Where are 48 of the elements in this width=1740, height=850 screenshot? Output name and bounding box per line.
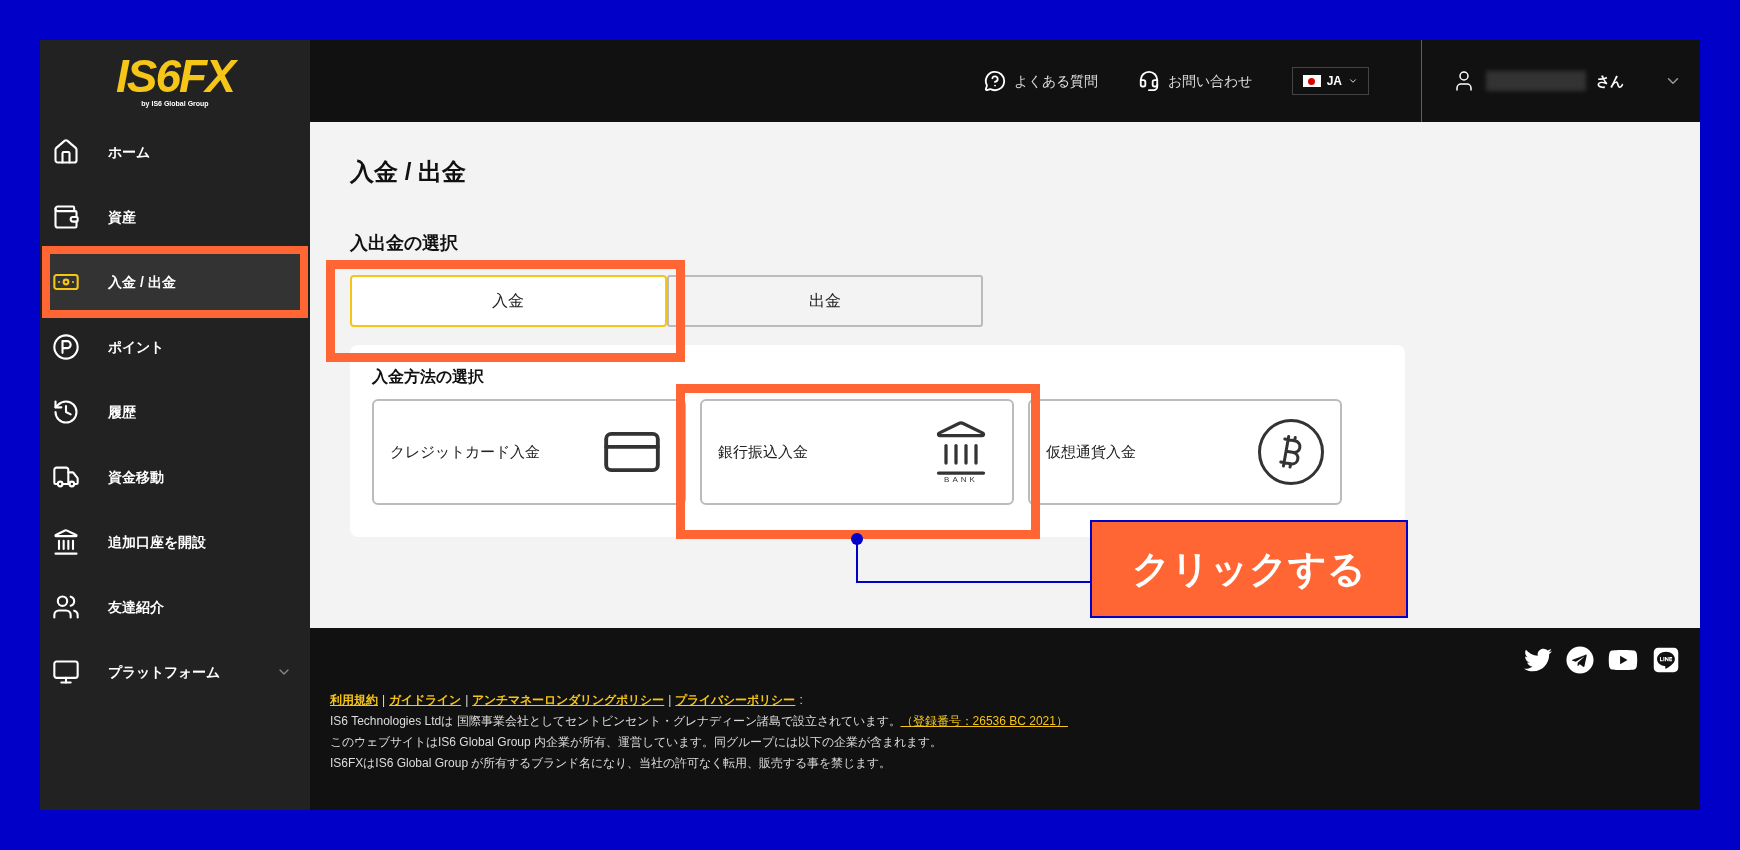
bank-icon <box>52 528 80 556</box>
users-icon <box>52 593 80 621</box>
help-icon <box>983 70 1006 92</box>
footer-text: IS6FXはIS6 Global Group が所有するブランド名になり、当社の許可なく転用、販売する事を禁じます。 <box>330 755 893 771</box>
sidebar-item[interactable]: プラットフォーム <box>50 644 300 700</box>
methods-heading: 入金方法の選択 <box>372 367 485 387</box>
sidebar-item[interactable]: ポイント <box>50 319 300 375</box>
telegram-icon[interactable] <box>1566 646 1594 674</box>
footer-link[interactable]: プライバシーポリシー <box>675 692 796 708</box>
points-icon <box>52 333 80 361</box>
separator: | <box>668 692 672 708</box>
history-icon <box>52 398 80 426</box>
footer-link[interactable]: 利用規約 <box>330 692 378 708</box>
sidebar-item[interactable]: 友達紹介 <box>50 579 300 635</box>
separator: | <box>382 692 386 708</box>
payment-method-card[interactable]: 仮想通貨入金 <box>1028 399 1342 505</box>
sidebar-item[interactable]: 履歴 <box>50 384 300 440</box>
sidebar-item[interactable]: 追加口座を開設 <box>50 514 300 570</box>
header-link[interactable]: お問い合わせ <box>1137 70 1252 92</box>
japan-flag-icon <box>1302 75 1321 87</box>
monitor-icon <box>52 658 80 686</box>
headset-icon <box>1137 70 1160 92</box>
payment-method-card[interactable]: 銀行振込入金 BANK <box>700 399 1014 505</box>
user-suffix: さん <box>1596 71 1624 91</box>
sidebar-item[interactable]: ホーム <box>50 124 300 180</box>
sidebar-item[interactable]: 資金移動 <box>50 449 300 505</box>
bitcoin-icon <box>1258 419 1324 485</box>
header-link[interactable]: よくある質問 <box>983 70 1098 92</box>
house-icon <box>52 138 80 166</box>
registration-link[interactable]: （登録番号：26536 BC 2021） <box>900 714 1068 728</box>
caret-icon <box>1348 76 1358 86</box>
separator: | <box>465 692 469 708</box>
sidebar-item[interactable]: 資産 <box>50 189 300 245</box>
footer-link[interactable]: ガイドライン <box>389 692 462 708</box>
line-icon[interactable] <box>1652 646 1680 674</box>
footer-link[interactable]: アンチマネーロンダリングポリシー <box>472 692 665 708</box>
footer-text: IS6 Technologies Ltdは 国際事業会社としてセントビンセント・グレナディーン諸島で設立されています。（登録番号：26536 BC 2021） <box>330 713 1069 729</box>
footer-text: このウェブサイトはIS6 Global Group 内企業が所有、運営しています。同グループには以下の企業が含まれます。 <box>330 734 944 750</box>
page-title: 入金 / 出金 <box>350 157 467 187</box>
payment-method-card[interactable]: クレジットカード入金 <box>372 399 686 505</box>
tab[interactable]: 出金 <box>666 275 983 327</box>
tab[interactable]: 入金 <box>350 275 667 327</box>
callout-label: クリックする <box>1090 520 1408 618</box>
wallet-icon <box>52 203 80 231</box>
language-selector[interactable]: JA <box>1291 67 1369 95</box>
section-heading: 入出金の選択 <box>350 232 459 255</box>
separator: : <box>799 692 803 708</box>
twitter-icon[interactable] <box>1524 646 1552 674</box>
